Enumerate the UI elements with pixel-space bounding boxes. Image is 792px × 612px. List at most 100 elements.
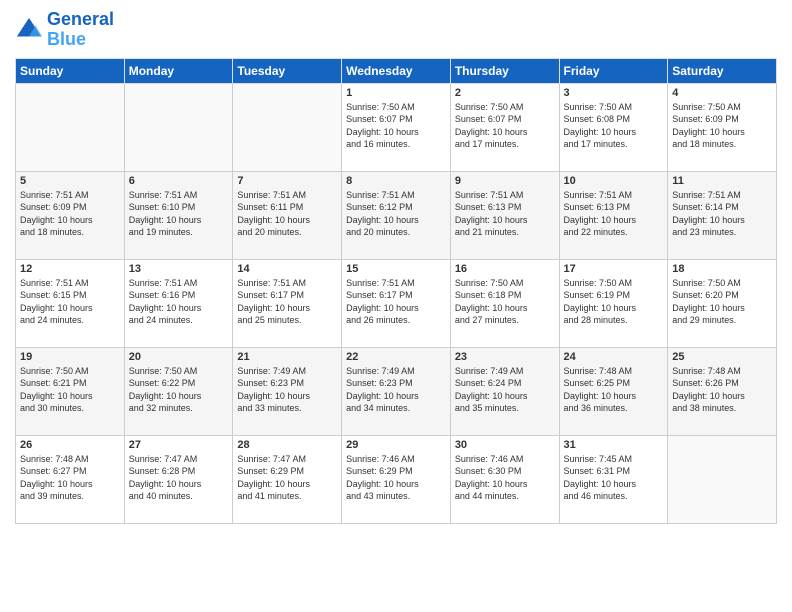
day-number: 7 xyxy=(237,175,337,187)
day-info: Sunrise: 7:51 AM Sunset: 6:10 PM Dayligh… xyxy=(129,189,229,239)
weekday-header: Saturday xyxy=(668,58,777,83)
day-info: Sunrise: 7:47 AM Sunset: 6:28 PM Dayligh… xyxy=(129,453,229,503)
day-info: Sunrise: 7:51 AM Sunset: 6:15 PM Dayligh… xyxy=(20,277,120,327)
calendar-cell: 23Sunrise: 7:49 AM Sunset: 6:24 PM Dayli… xyxy=(450,347,559,435)
day-info: Sunrise: 7:46 AM Sunset: 6:30 PM Dayligh… xyxy=(455,453,555,503)
calendar-cell: 3 Sunrise: 7:50 AM Sunset: 6:08 PM Daylig… xyxy=(559,83,668,171)
day-number: 6 xyxy=(129,175,229,187)
calendar-cell: 29 Sunrise: 7:46 AM Sunset: 6:29 PM Dayli… xyxy=(342,435,451,523)
day-number: 14 xyxy=(237,263,337,275)
calendar-week-row: 12 Sunrise: 7:51 AM Sunset: 6:15 PM Dayli… xyxy=(16,259,777,347)
day-number: 26 xyxy=(20,439,120,451)
day-number: 17 xyxy=(564,263,664,275)
weekday-header: Friday xyxy=(559,58,668,83)
calendar-cell: 28Sunrise: 7:47 AM Sunset: 6:29 PM Dayli… xyxy=(233,435,342,523)
day-info: Sunrise: 7:51 AM Sunset: 6:11 PM Dayligh… xyxy=(237,189,337,239)
calendar-cell: 20Sunrise: 7:50 AM Sunset: 6:22 PM Dayli… xyxy=(124,347,233,435)
weekday-header: Wednesday xyxy=(342,58,451,83)
calendar-cell xyxy=(233,83,342,171)
calendar-cell xyxy=(16,83,125,171)
day-number: 20 xyxy=(129,351,229,363)
day-info: Sunrise: 7:48 AM Sunset: 6:26 PM Dayligh… xyxy=(672,365,772,415)
calendar-week-row: 19 Sunrise: 7:50 AM Sunset: 6:21 PM Dayli… xyxy=(16,347,777,435)
calendar-table: SundayMondayTuesdayWednesdayThursdayFrid… xyxy=(15,58,777,524)
day-info: Sunrise: 7:50 AM Sunset: 6:20 PM Dayligh… xyxy=(672,277,772,327)
calendar-cell: 9 Sunrise: 7:51 AM Sunset: 6:13 PM Daylig… xyxy=(450,171,559,259)
day-number: 5 xyxy=(20,175,120,187)
calendar-cell: 1Sunrise: 7:50 AM Sunset: 6:07 PM Daylig… xyxy=(342,83,451,171)
day-number: 18 xyxy=(672,263,772,275)
calendar-cell: 2 Sunrise: 7:50 AM Sunset: 6:07 PM Daylig… xyxy=(450,83,559,171)
day-info: Sunrise: 7:51 AM Sunset: 6:13 PM Dayligh… xyxy=(455,189,555,239)
calendar-cell: 11 Sunrise: 7:51 AM Sunset: 6:14 PM Dayli… xyxy=(668,171,777,259)
day-number: 29 xyxy=(346,439,446,451)
day-info: Sunrise: 7:51 AM Sunset: 6:12 PM Dayligh… xyxy=(346,189,446,239)
calendar-cell: 27 Sunrise: 7:47 AM Sunset: 6:28 PM Dayli… xyxy=(124,435,233,523)
day-info: Sunrise: 7:51 AM Sunset: 6:16 PM Dayligh… xyxy=(129,277,229,327)
weekday-header: Tuesday xyxy=(233,58,342,83)
calendar-cell: 17 Sunrise: 7:50 AM Sunset: 6:19 PM Dayli… xyxy=(559,259,668,347)
calendar-cell: 7 Sunrise: 7:51 AM Sunset: 6:11 PM Daylig… xyxy=(233,171,342,259)
day-info: Sunrise: 7:48 AM Sunset: 6:27 PM Dayligh… xyxy=(20,453,120,503)
calendar-cell: 31 Sunrise: 7:45 AM Sunset: 6:31 PM Dayli… xyxy=(559,435,668,523)
day-number: 15 xyxy=(346,263,446,275)
day-number: 9 xyxy=(455,175,555,187)
day-number: 31 xyxy=(564,439,664,451)
day-number: 27 xyxy=(129,439,229,451)
day-number: 16 xyxy=(455,263,555,275)
day-info: Sunrise: 7:50 AM Sunset: 6:07 PM Dayligh… xyxy=(346,101,446,151)
day-number: 11 xyxy=(672,175,772,187)
day-info: Sunrise: 7:50 AM Sunset: 6:18 PM Dayligh… xyxy=(455,277,555,327)
weekday-header: Thursday xyxy=(450,58,559,83)
page-header: General Blue xyxy=(15,10,777,50)
day-info: Sunrise: 7:51 AM Sunset: 6:17 PM Dayligh… xyxy=(237,277,337,327)
day-info: Sunrise: 7:50 AM Sunset: 6:21 PM Dayligh… xyxy=(20,365,120,415)
day-info: Sunrise: 7:46 AM Sunset: 6:29 PM Dayligh… xyxy=(346,453,446,503)
day-number: 10 xyxy=(564,175,664,187)
day-number: 30 xyxy=(455,439,555,451)
day-number: 21 xyxy=(237,351,337,363)
day-number: 3 xyxy=(564,87,664,99)
day-info: Sunrise: 7:51 AM Sunset: 6:17 PM Dayligh… xyxy=(346,277,446,327)
calendar-cell: 16 Sunrise: 7:50 AM Sunset: 6:18 PM Dayli… xyxy=(450,259,559,347)
day-info: Sunrise: 7:49 AM Sunset: 6:23 PM Dayligh… xyxy=(346,365,446,415)
calendar-week-row: 26 Sunrise: 7:48 AM Sunset: 6:27 PM Dayli… xyxy=(16,435,777,523)
calendar-cell: 8Sunrise: 7:51 AM Sunset: 6:12 PM Daylig… xyxy=(342,171,451,259)
day-info: Sunrise: 7:50 AM Sunset: 6:09 PM Dayligh… xyxy=(672,101,772,151)
calendar-cell: 10 Sunrise: 7:51 AM Sunset: 6:13 PM Dayli… xyxy=(559,171,668,259)
day-info: Sunrise: 7:51 AM Sunset: 6:13 PM Dayligh… xyxy=(564,189,664,239)
logo-icon xyxy=(15,16,43,44)
day-number: 2 xyxy=(455,87,555,99)
calendar-cell: 22Sunrise: 7:49 AM Sunset: 6:23 PM Dayli… xyxy=(342,347,451,435)
calendar-header-row: SundayMondayTuesdayWednesdayThursdayFrid… xyxy=(16,58,777,83)
calendar-cell: 4 Sunrise: 7:50 AM Sunset: 6:09 PM Daylig… xyxy=(668,83,777,171)
day-info: Sunrise: 7:51 AM Sunset: 6:14 PM Dayligh… xyxy=(672,189,772,239)
calendar-cell: 15 Sunrise: 7:51 AM Sunset: 6:17 PM Dayli… xyxy=(342,259,451,347)
day-info: Sunrise: 7:50 AM Sunset: 6:08 PM Dayligh… xyxy=(564,101,664,151)
calendar-cell: 25Sunrise: 7:48 AM Sunset: 6:26 PM Dayli… xyxy=(668,347,777,435)
day-number: 23 xyxy=(455,351,555,363)
day-info: Sunrise: 7:51 AM Sunset: 6:09 PM Dayligh… xyxy=(20,189,120,239)
calendar-cell xyxy=(668,435,777,523)
day-number: 13 xyxy=(129,263,229,275)
calendar-cell: 5 Sunrise: 7:51 AM Sunset: 6:09 PM Daylig… xyxy=(16,171,125,259)
weekday-header: Sunday xyxy=(16,58,125,83)
day-info: Sunrise: 7:49 AM Sunset: 6:23 PM Dayligh… xyxy=(237,365,337,415)
day-number: 19 xyxy=(20,351,120,363)
day-number: 24 xyxy=(564,351,664,363)
logo-text: General Blue xyxy=(47,10,114,50)
day-info: Sunrise: 7:48 AM Sunset: 6:25 PM Dayligh… xyxy=(564,365,664,415)
day-info: Sunrise: 7:50 AM Sunset: 6:19 PM Dayligh… xyxy=(564,277,664,327)
day-info: Sunrise: 7:50 AM Sunset: 6:07 PM Dayligh… xyxy=(455,101,555,151)
weekday-header: Monday xyxy=(124,58,233,83)
calendar-cell: 24 Sunrise: 7:48 AM Sunset: 6:25 PM Dayli… xyxy=(559,347,668,435)
calendar-cell xyxy=(124,83,233,171)
calendar-week-row: 5 Sunrise: 7:51 AM Sunset: 6:09 PM Daylig… xyxy=(16,171,777,259)
calendar-cell: 26 Sunrise: 7:48 AM Sunset: 6:27 PM Dayli… xyxy=(16,435,125,523)
day-number: 12 xyxy=(20,263,120,275)
day-number: 28 xyxy=(237,439,337,451)
calendar-cell: 12 Sunrise: 7:51 AM Sunset: 6:15 PM Dayli… xyxy=(16,259,125,347)
day-number: 4 xyxy=(672,87,772,99)
logo: General Blue xyxy=(15,10,114,50)
day-info: Sunrise: 7:45 AM Sunset: 6:31 PM Dayligh… xyxy=(564,453,664,503)
